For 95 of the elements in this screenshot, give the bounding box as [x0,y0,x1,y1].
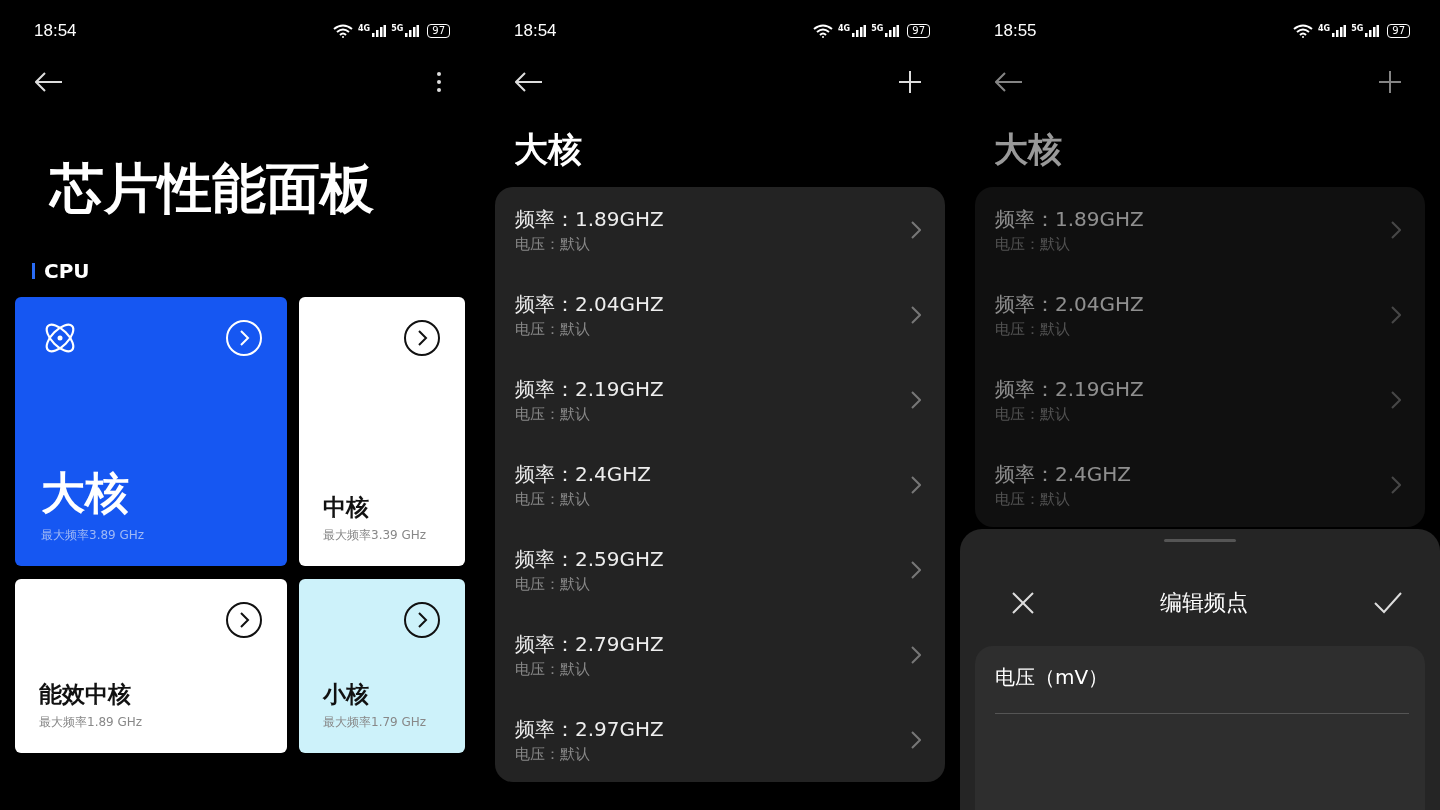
frequency-item[interactable]: 频率：2.04GHZ 电压：默认 [515,272,921,357]
core-card[interactable]: 中核 最大频率3.39 GHz [299,297,465,566]
battery-indicator: 97 [427,24,450,38]
frequency-text: 频率：2.97GHZ [515,715,664,743]
voltage-text: 电压：默认 [515,574,591,594]
chevron-right-icon [1391,475,1401,494]
core-name: 中核 [323,493,370,522]
max-frequency: 最大频率3.39 GHz [323,527,428,544]
chevron-right-icon [911,645,921,664]
chevron-circle-icon[interactable] [403,319,441,357]
back-arrow-icon[interactable] [35,72,63,92]
battery-indicator: 97 [907,24,930,38]
voltage-text: 电压：默认 [995,489,1071,509]
chevron-circle-icon[interactable] [403,601,441,639]
frequency-text: 频率：2.04GHZ [515,290,664,318]
frequency-item[interactable]: 频率：2.4GHZ 电压：默认 [995,442,1401,527]
voltage-text: 电压：默认 [995,319,1071,339]
chevron-right-icon [1391,220,1401,239]
battery-indicator: 97 [1387,24,1410,38]
sheet-title: 编辑频点 [1160,589,1248,617]
page-title: 大核 [994,128,1063,171]
wifi-icon [813,24,833,38]
chevron-right-icon [911,305,921,324]
close-icon[interactable] [1012,592,1034,614]
frequency-item[interactable]: 频率：1.89GHZ 电压：默认 [995,187,1401,272]
back-arrow-icon[interactable] [515,72,543,92]
voltage-text: 电压：默认 [995,234,1071,254]
core-card[interactable]: 大核 最大频率3.89 GHz [15,297,287,566]
chevron-right-icon [911,475,921,494]
page-title: 大核 [514,128,583,171]
signal-icon [885,25,900,37]
max-frequency: 最大频率1.79 GHz [323,714,428,731]
chevron-right-icon [1391,390,1401,409]
more-options-icon[interactable] [436,71,442,93]
frequency-text: 频率：2.19GHZ [515,375,664,403]
frequency-text: 频率：2.59GHZ [515,545,664,573]
status-time: 18:54 [514,21,557,41]
checkmark-icon[interactable] [1374,592,1402,614]
frequency-text: 频率：2.79GHZ [515,630,664,658]
voltage-text: 电压：默认 [515,489,591,509]
frequency-text: 频率：2.4GHZ [995,460,1132,488]
core-card[interactable]: 能效中核 最大频率1.89 GHz [15,579,287,753]
frequency-item[interactable]: 频率：2.4GHZ 电压：默认 [515,442,921,527]
core-card[interactable]: 小核 最大频率1.79 GHz [299,579,465,753]
frequency-item[interactable]: 频率：2.97GHZ 电压：默认 [515,697,921,782]
network-type: 4G [358,24,371,33]
voltage-text: 电压：默认 [515,659,591,679]
status-time: 18:54 [34,21,77,41]
chevron-circle-icon[interactable] [225,601,263,639]
voltage-text: 电压：默认 [515,404,591,424]
field-label: 电压（mV） [995,664,1110,691]
signal-icon [405,25,420,37]
page-title: 芯片性能面板 [50,156,375,222]
chevron-right-icon [911,220,921,239]
add-icon[interactable] [898,70,922,94]
max-frequency: 最大频率1.89 GHz [39,714,144,731]
frequency-item[interactable]: 频率：2.04GHZ 电压：默认 [995,272,1401,357]
core-name: 小核 [323,680,370,709]
chevron-right-icon [911,730,921,749]
core-name: 能效中核 [39,680,132,709]
voltage-text: 电压：默认 [515,234,591,254]
frequency-item[interactable]: 频率：2.19GHZ 电压：默认 [995,357,1401,442]
chevron-right-icon [911,560,921,579]
network-type: 4G [1318,24,1331,33]
voltage-text: 电压：默认 [515,744,591,764]
network-type: 5G [391,24,404,33]
chevron-right-icon [911,390,921,409]
chevron-right-icon [1391,305,1401,324]
core-name: 大核 [41,466,130,520]
signal-icon [1332,25,1347,37]
signal-icon [852,25,867,37]
frequency-item[interactable]: 频率：1.89GHZ 电压：默认 [515,187,921,272]
frequency-item[interactable]: 频率：2.19GHZ 电压：默认 [515,357,921,442]
signal-icon [372,25,387,37]
voltage-text: 电压：默认 [515,319,591,339]
frequency-item[interactable]: 频率：2.59GHZ 电压：默认 [515,527,921,612]
frequency-text: 频率：1.89GHZ [515,205,664,233]
network-type: 5G [1351,24,1364,33]
frequency-text: 频率：2.04GHZ [995,290,1144,318]
network-type: 5G [871,24,884,33]
voltage-text: 电压：默认 [995,404,1071,424]
wifi-icon [1293,24,1313,38]
wifi-icon [333,24,353,38]
section-marker [32,263,35,279]
status-time: 18:55 [994,21,1037,41]
frequency-text: 频率：2.4GHZ [515,460,652,488]
signal-icon [1365,25,1380,37]
sheet-handle[interactable] [1164,539,1236,542]
frequency-text: 频率：1.89GHZ [995,205,1144,233]
frequency-text: 频率：2.19GHZ [995,375,1144,403]
network-type: 4G [838,24,851,33]
max-frequency: 最大频率3.89 GHz [41,527,146,544]
input-line[interactable] [995,713,1409,714]
frequency-item[interactable]: 频率：2.79GHZ 电压：默认 [515,612,921,697]
section-title: CPU [44,259,90,283]
